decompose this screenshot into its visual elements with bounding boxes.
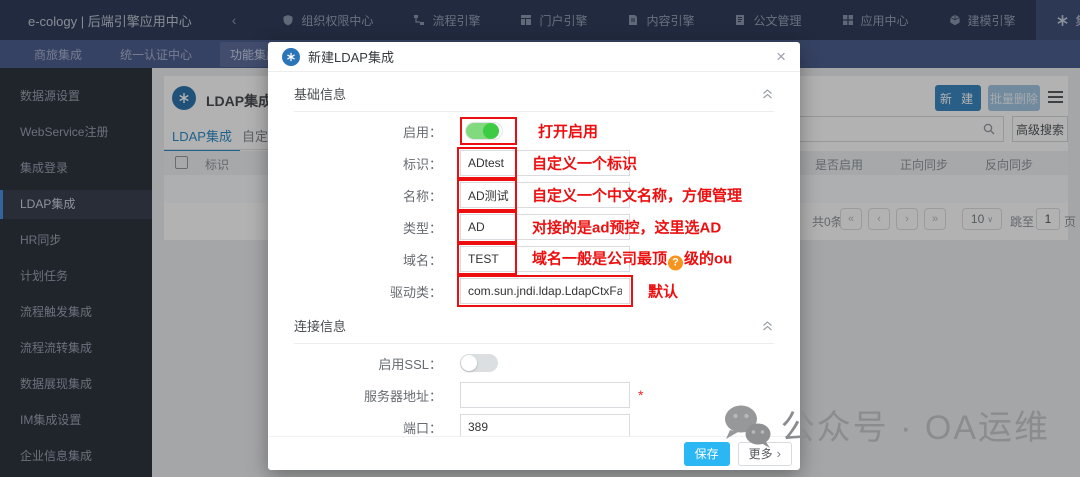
name-field-row: 名称： 自定义一个中文名称，方便管理 <box>294 182 774 208</box>
ssl-toggle[interactable] <box>460 354 498 372</box>
driver-label: 驱动类： <box>294 282 460 301</box>
enable-field-row: 启用： 打开启用 <box>294 118 774 144</box>
identifier-input[interactable] <box>460 150 630 176</box>
annotation-box <box>460 117 517 145</box>
help-icon[interactable]: ? <box>668 256 683 271</box>
more-button-label: 更多 <box>749 445 773 462</box>
annotation-text-post: 级的ou <box>684 251 732 268</box>
name-input[interactable] <box>460 182 630 208</box>
driver-class-input[interactable] <box>460 278 630 304</box>
server-field-row: 服务器地址： * <box>294 382 774 408</box>
port-field-row: 端口： <box>294 414 774 436</box>
identifier-field-row: 标识： 自定义一个标识 <box>294 150 774 176</box>
server-address-input[interactable] <box>460 382 630 408</box>
domain-label: 域名： <box>294 250 460 269</box>
ssl-label: 启用SSL： <box>294 354 460 373</box>
port-input[interactable] <box>460 414 630 436</box>
ldap-modal-icon <box>282 48 300 66</box>
ssl-field-row: 启用SSL： <box>294 350 774 376</box>
driver-field-row: 驱动类： 默认 <box>294 278 774 304</box>
enable-label: 启用： <box>294 122 460 141</box>
collapse-icon[interactable] <box>761 88 774 100</box>
section-title: 连接信息 <box>294 316 346 335</box>
domain-field-row: 域名： 域名一般是公司最顶?级的ou <box>294 246 774 272</box>
type-input[interactable] <box>460 214 630 240</box>
modal-title: 新建LDAP集成 <box>308 47 394 66</box>
domain-input[interactable] <box>460 246 630 272</box>
modal-body: 基础信息 启用： 打开启用 标识： 自定义一个标识 名称： <box>268 72 800 436</box>
required-asterisk: * <box>638 387 643 403</box>
close-icon[interactable]: × <box>776 48 786 65</box>
annotation-text: 默认 <box>648 281 678 302</box>
save-button[interactable]: 保存 <box>684 442 730 466</box>
type-label: 类型： <box>294 218 460 237</box>
enable-toggle[interactable] <box>465 122 503 140</box>
annotation-text: 打开启用 <box>538 121 598 142</box>
collapse-icon[interactable] <box>761 320 774 332</box>
port-label: 端口： <box>294 418 460 437</box>
connection-info-section-header: 连接信息 <box>294 316 774 344</box>
server-address-label: 服务器地址： <box>294 386 460 405</box>
basic-info-section-header: 基础信息 <box>294 84 774 112</box>
chevron-right-icon: › <box>777 446 781 461</box>
more-button[interactable]: 更多 › <box>738 442 792 466</box>
modal-footer: 保存 更多 › <box>268 436 800 470</box>
name-label: 名称： <box>294 186 460 205</box>
section-title: 基础信息 <box>294 84 346 103</box>
identifier-label: 标识： <box>294 154 460 173</box>
type-field-row: 类型： 对接的是ad预控，这里选AD <box>294 214 774 240</box>
new-ldap-modal: 新建LDAP集成 × 基础信息 启用： 打开启用 标识： 自定义一个标识 <box>268 42 800 470</box>
modal-header: 新建LDAP集成 × <box>268 42 800 72</box>
